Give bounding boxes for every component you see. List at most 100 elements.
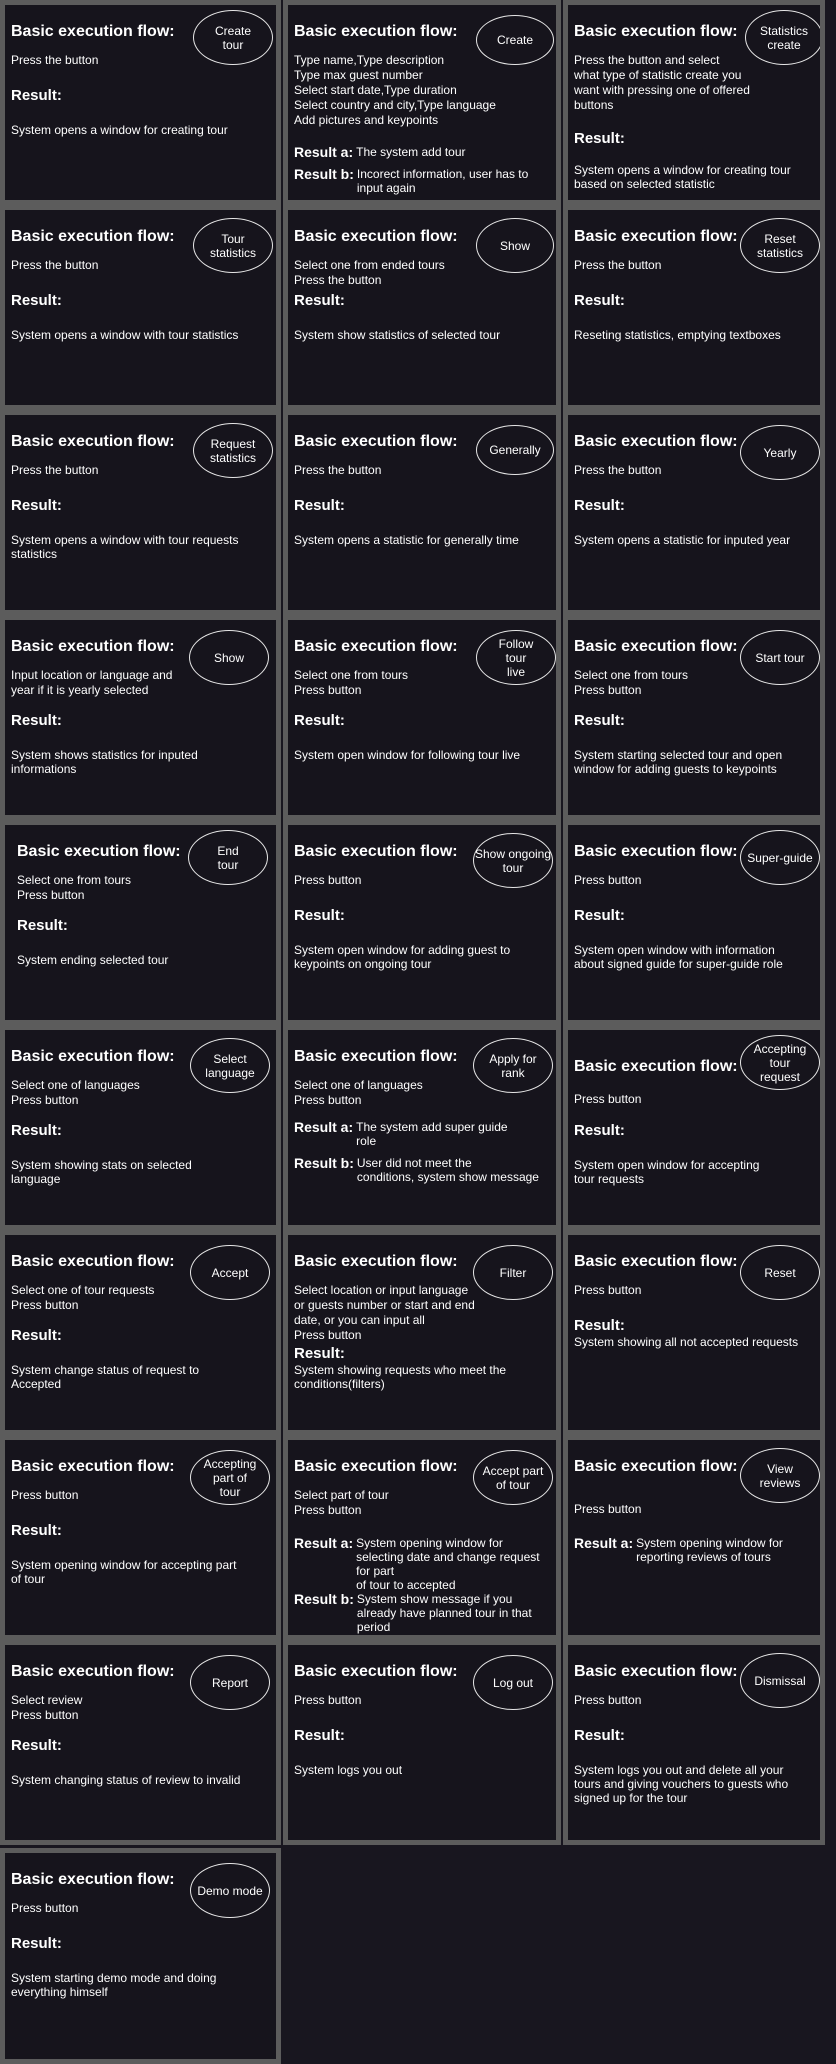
result-a: Result a: System opening window for selec… — [294, 1536, 550, 1592]
action-button[interactable]: Dismissal — [740, 1653, 820, 1708]
action-button[interactable]: Create — [476, 15, 554, 65]
flow-steps: Press button — [574, 1283, 642, 1297]
result-a: Result a: System opening window for repor… — [574, 1536, 814, 1564]
use-case-card: Basic execution flow: Press the button an… — [563, 0, 825, 205]
result-text: System open window for adding guest to k… — [294, 943, 511, 971]
result-title: Result: — [11, 1327, 62, 1344]
flow-title: Basic execution flow: — [11, 1663, 175, 1680]
result-a: Result a: The system add tour — [294, 145, 550, 159]
result-title: Result: — [294, 1345, 345, 1362]
action-button[interactable]: Tour statistics — [193, 218, 273, 273]
result-text: System ending selected tour — [17, 953, 169, 967]
flow-steps: Press button — [294, 873, 362, 887]
use-case-card: Basic execution flow: Press the button Res… — [283, 410, 561, 615]
flow-steps: Select one from ended tours Press the bu… — [294, 258, 445, 287]
flow-steps: Select one of languages Press button — [294, 1078, 423, 1107]
action-button[interactable]: Create tour — [193, 10, 273, 65]
result-text: System shows statistics for inputed info… — [11, 748, 198, 776]
flow-steps: Select one of tour requests Press button — [11, 1283, 155, 1312]
flow-title: Basic execution flow: — [294, 433, 458, 450]
flow-steps: Press the button — [294, 463, 382, 477]
result-text: System starting demo mode and doing ever… — [11, 1971, 217, 1999]
flow-title: Basic execution flow: — [294, 638, 458, 655]
action-button[interactable]: Demo mode — [190, 1863, 270, 1918]
result-text: System opens a window for creating tour … — [574, 163, 791, 191]
flow-steps: Press button — [11, 1901, 79, 1915]
flow-steps: Type name,Type description Type max gues… — [294, 53, 496, 127]
result-text: System open window with information abou… — [574, 943, 783, 971]
flow-steps: Press button — [574, 1502, 642, 1516]
action-button[interactable]: Select language — [190, 1038, 270, 1093]
flow-steps: Select location or input language or gue… — [294, 1283, 475, 1342]
use-case-card: Basic execution flow: Press the button Res… — [563, 410, 825, 615]
flow-steps: Press button — [574, 1092, 642, 1106]
use-case-card: Basic execution flow: Select one of tour … — [0, 1230, 281, 1435]
result-label: Result a: — [574, 1535, 634, 1551]
action-button[interactable]: Reset — [740, 1245, 820, 1300]
flow-title: Basic execution flow: — [294, 228, 458, 245]
flow-steps: Input location or language and year if i… — [11, 668, 173, 697]
action-button[interactable]: Request statistics — [193, 423, 273, 478]
flow-steps: Press button — [11, 1488, 79, 1502]
result-text: Incorect information, user has to input … — [356, 167, 529, 195]
flow-title: Basic execution flow: — [574, 228, 738, 245]
flow-title: Basic execution flow: — [11, 228, 175, 245]
flow-title: Basic execution flow: — [574, 1663, 738, 1680]
result-text: System change status of request to Accep… — [11, 1363, 200, 1391]
result-title: Result: — [11, 292, 62, 309]
flow-title: Basic execution flow: — [294, 843, 458, 860]
action-button[interactable]: Report — [190, 1655, 270, 1710]
result-text: The system add super guide role — [356, 1120, 508, 1148]
action-button[interactable]: Accept part of tour — [473, 1450, 553, 1505]
result-text: System show message if you already have … — [356, 1592, 532, 1634]
result-text: System logs you out and delete all your … — [574, 1763, 789, 1805]
flow-steps: Select part of tour Press button — [294, 1488, 389, 1517]
action-button[interactable]: Reset statistics — [740, 218, 820, 273]
use-case-card: Basic execution flow: Press button Result:… — [563, 820, 825, 1025]
action-button[interactable]: Start tour — [740, 630, 820, 685]
result-label: Result b: — [294, 1155, 354, 1171]
result-text: System starting selected tour and open w… — [574, 748, 783, 776]
action-button[interactable]: Accept — [190, 1245, 270, 1300]
flow-steps: Select one from tours Press button — [574, 668, 689, 697]
result-text: System opens a statistic for generally t… — [294, 533, 519, 547]
action-button[interactable]: Show — [189, 630, 269, 685]
action-button[interactable]: End tour — [188, 830, 268, 885]
result-text: System opens a statistic for inputed yea… — [574, 533, 791, 547]
action-button[interactable]: Filter — [473, 1245, 553, 1300]
use-case-card: Basic execution flow: Select review Press… — [0, 1640, 281, 1845]
result-b: Result b: Incorect information, user has … — [294, 167, 550, 195]
result-text: System opens a window for creating tour — [11, 123, 228, 137]
result-title: Result: — [574, 292, 625, 309]
action-button[interactable]: Accepting part of tour — [190, 1450, 270, 1505]
action-button[interactable]: Apply for rank — [473, 1038, 553, 1093]
result-label: Result a: — [294, 1535, 354, 1551]
use-case-card: Basic execution flow: Press button Result:… — [563, 1640, 825, 1845]
use-case-card: Basic execution flow: Input location or l… — [0, 615, 281, 820]
action-button[interactable]: Super-guide — [740, 830, 820, 885]
use-case-card: Basic execution flow: Press the button Res… — [0, 410, 281, 615]
action-button[interactable]: Generally — [476, 425, 554, 475]
result-label: Result a: — [294, 1119, 354, 1135]
action-button[interactable]: Log out — [473, 1655, 553, 1710]
action-button[interactable]: View reviews — [740, 1448, 820, 1503]
result-title: Result: — [294, 497, 345, 514]
action-button[interactable]: Accepting tour request — [740, 1035, 820, 1090]
action-button[interactable]: Yearly — [740, 425, 820, 480]
flow-title: Basic execution flow: — [11, 1253, 175, 1270]
result-title: Result: — [294, 712, 345, 729]
use-case-card: Basic execution flow: Select one from tou… — [283, 615, 561, 820]
result-title: Result: — [574, 1727, 625, 1744]
flow-title: Basic execution flow: — [574, 1253, 738, 1270]
result-label: Result b: — [294, 166, 354, 182]
use-case-card: Basic execution flow: Select one of langu… — [283, 1025, 561, 1230]
result-text: System open window for accepting tour re… — [574, 1158, 760, 1186]
result-text: System opening window for selecting date… — [356, 1536, 540, 1592]
use-case-card: Basic execution flow: Press button Result:… — [283, 820, 561, 1025]
use-case-card: Basic execution flow: Press the button Res… — [0, 205, 281, 410]
action-button[interactable]: Show — [476, 218, 554, 273]
action-button[interactable]: Follow tour live — [476, 630, 556, 685]
action-button[interactable]: Show ongoing tour — [473, 833, 553, 888]
result-text: System showing stats on selected languag… — [11, 1158, 192, 1186]
action-button[interactable]: Statistics create — [745, 10, 820, 65]
